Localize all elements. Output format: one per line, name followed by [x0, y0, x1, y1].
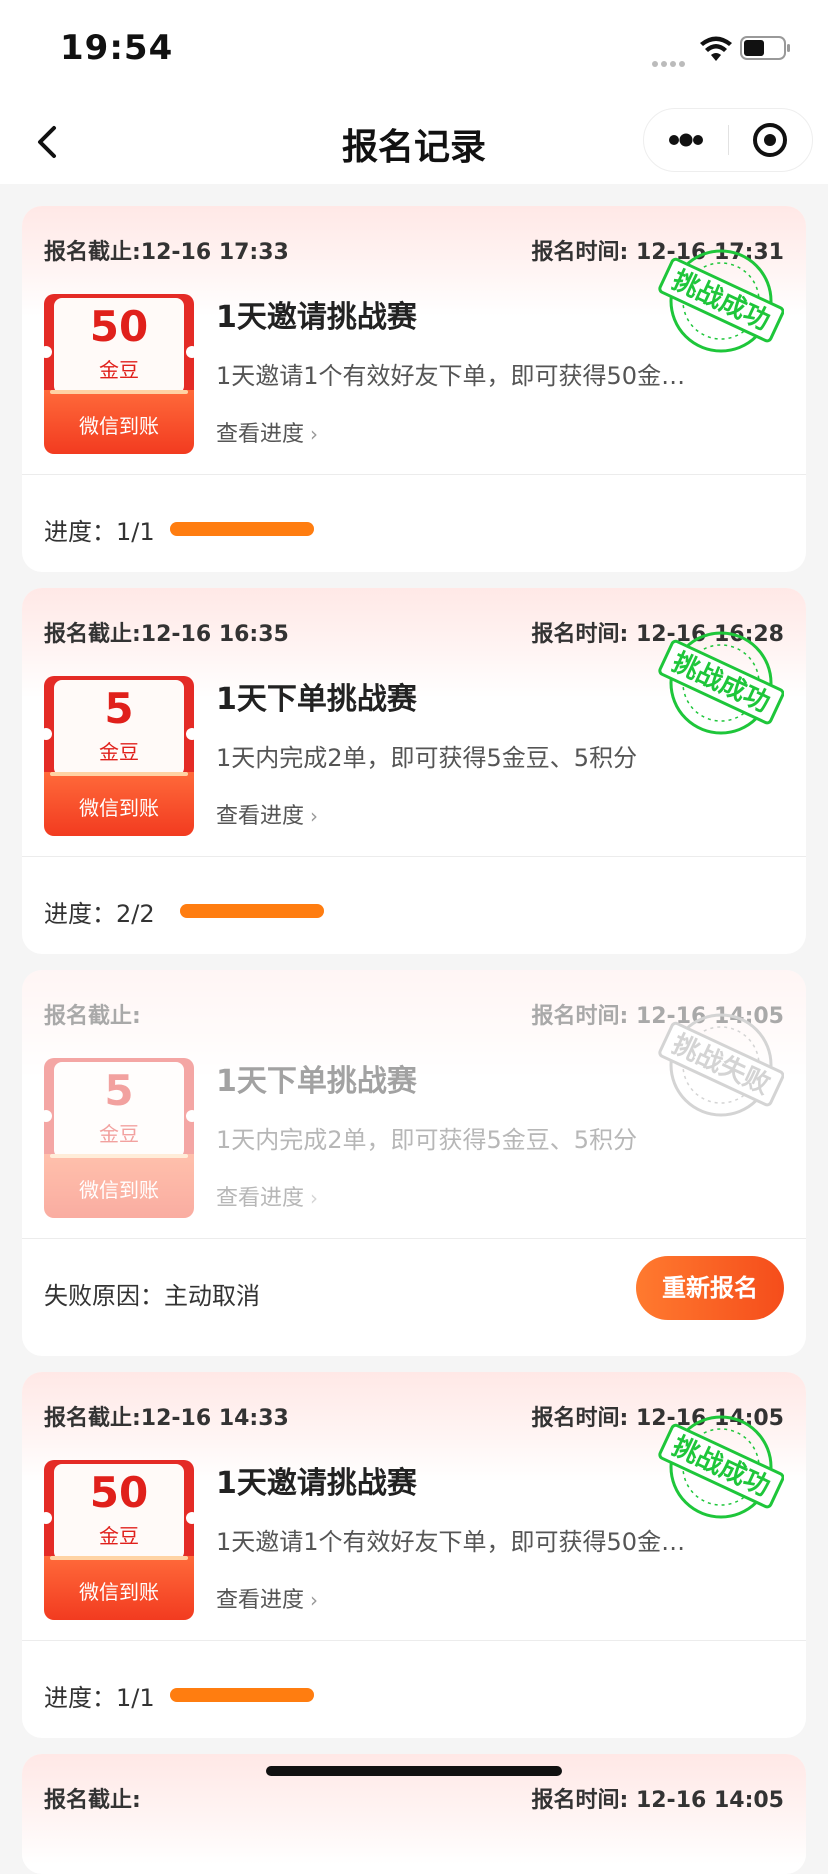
- status-time: 19:54: [60, 28, 174, 68]
- home-indicator: [266, 1766, 562, 1776]
- coupon-unit: 金豆: [99, 358, 139, 382]
- challenge-title: 1天邀请挑战赛: [216, 300, 417, 335]
- status-bar: 19:54: [0, 0, 828, 100]
- divider: [22, 1238, 806, 1239]
- progress-bar: [170, 522, 314, 536]
- progress-bar: [170, 1688, 314, 1702]
- mini-program-capsule: [643, 108, 813, 172]
- record-card: 报名截止:12-16 14:33 报名时间: 12-16 14:05 50 金豆…: [22, 1372, 806, 1738]
- success-stamp: 挑战成功: [658, 249, 784, 353]
- coupon-unit: 金豆: [99, 1524, 139, 1548]
- coupon-channel: 微信到账: [79, 414, 159, 438]
- record-card-failed: 报名截止: 报名时间: 12-16 14:05 5 金豆 微信到账 1天下单挑战…: [22, 970, 806, 1356]
- coupon-channel: 微信到账: [79, 796, 159, 820]
- deadline-text: 报名截止:12-16 14:33: [44, 1406, 289, 1431]
- record-card: 报名截止:12-16 16:35 报名时间: 12-16 16:28 5 金豆 …: [22, 588, 806, 954]
- challenge-desc: 1天内完成2单，即可获得5金豆、5积分: [216, 1126, 638, 1154]
- fail-reason: 失败原因：主动取消: [44, 1282, 260, 1310]
- coupon: 50 金豆 微信到账: [40, 1460, 198, 1620]
- view-progress-link[interactable]: 查看进度 ›: [216, 1180, 318, 1212]
- coupon-unit: 金豆: [99, 740, 139, 764]
- coupon-amount: 5: [104, 684, 134, 733]
- view-progress-link[interactable]: 查看进度 ›: [216, 798, 318, 830]
- close-target-icon[interactable]: [730, 109, 812, 171]
- coupon-channel: 微信到账: [79, 1178, 159, 1202]
- success-stamp: 挑战成功: [658, 1415, 784, 1519]
- divider: [22, 474, 806, 475]
- progress-label: 进度：1/1: [44, 1684, 155, 1712]
- fail-stamp: 挑战失败: [658, 1013, 784, 1117]
- view-progress-link[interactable]: 查看进度 ›: [216, 416, 318, 448]
- coupon-unit: 金豆: [99, 1122, 139, 1146]
- progress-bar: [180, 904, 324, 918]
- progress-label: 进度：1/1: [44, 518, 155, 546]
- challenge-desc: 1天邀请1个有效好友下单，即可获得50金…: [216, 362, 686, 390]
- divider: [22, 856, 806, 857]
- deadline-text: 报名截止:12-16 16:35: [44, 622, 289, 647]
- divider: [22, 1640, 806, 1641]
- view-progress-link[interactable]: 查看进度 ›: [216, 1582, 318, 1614]
- record-card: 报名截止:12-16 17:33 报名时间: 12-16 17:31 50 金豆…: [22, 206, 806, 572]
- challenge-desc: 1天内完成2单，即可获得5金豆、5积分: [216, 744, 638, 772]
- capsule-divider: [728, 125, 729, 155]
- deadline-text: 报名截止:: [44, 1004, 141, 1029]
- coupon: 50 金豆 微信到账: [40, 294, 198, 454]
- challenge-desc: 1天邀请1个有效好友下单，即可获得50金…: [216, 1528, 686, 1556]
- deadline-text: 报名截止:12-16 17:33: [44, 240, 289, 265]
- success-stamp: 挑战成功: [658, 631, 784, 735]
- signup-time-text: 报名时间: 12-16 14:05: [531, 1788, 784, 1813]
- coupon: 5 金豆 微信到账: [40, 1058, 198, 1218]
- wifi-icon: [700, 36, 732, 61]
- challenge-title: 1天邀请挑战赛: [216, 1466, 417, 1501]
- chevron-right-icon: ›: [310, 422, 319, 446]
- chevron-right-icon: ›: [310, 1588, 319, 1612]
- progress-label: 进度：2/2: [44, 900, 155, 928]
- coupon-amount: 5: [104, 1066, 134, 1115]
- signal-icon: [652, 52, 688, 67]
- coupon: 5 金豆 微信到账: [40, 676, 198, 836]
- challenge-title: 1天下单挑战赛: [216, 1064, 417, 1099]
- coupon-amount: 50: [89, 1468, 149, 1517]
- coupon-amount: 50: [89, 302, 149, 351]
- challenge-title: 1天下单挑战赛: [216, 682, 417, 717]
- more-icon[interactable]: [644, 109, 728, 171]
- retry-signup-button[interactable]: 重新报名: [636, 1256, 784, 1320]
- chevron-right-icon: ›: [310, 804, 319, 828]
- battery-icon: [740, 36, 790, 60]
- deadline-text: 报名截止:: [44, 1788, 141, 1813]
- chevron-right-icon: ›: [310, 1186, 319, 1210]
- coupon-channel: 微信到账: [79, 1580, 159, 1604]
- nav-bar: 报名记录: [0, 100, 828, 184]
